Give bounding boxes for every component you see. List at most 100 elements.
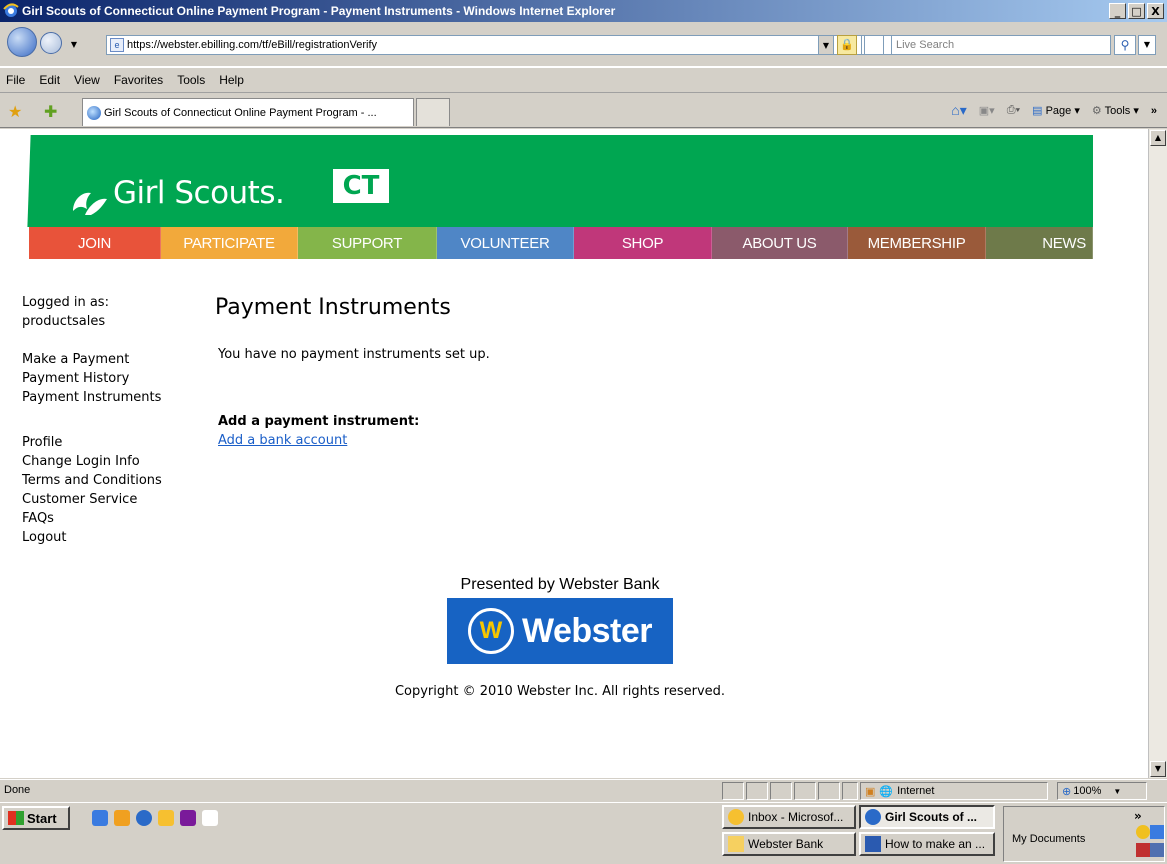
sidebar-link-terms[interactable]: Terms and Conditions bbox=[22, 471, 162, 490]
maximize-button[interactable]: □ bbox=[1128, 3, 1145, 19]
taskbar-item-girl-scouts[interactable]: Girl Scouts of ... bbox=[859, 805, 995, 829]
status-cell bbox=[794, 782, 816, 800]
favorites-center-icon[interactable]: ★ bbox=[8, 102, 22, 121]
address-field[interactable]: e https://webster.ebilling.com/tf/eBill/… bbox=[106, 35, 934, 55]
zoom-control[interactable]: ⊕ 100% ▼ bbox=[1057, 782, 1147, 800]
page-menu[interactable]: ▤ Page ▾ bbox=[1032, 104, 1080, 117]
forward-button[interactable] bbox=[40, 32, 62, 54]
nav-participate[interactable]: PARTICIPATE bbox=[161, 227, 298, 259]
webster-logo[interactable]: W Webster bbox=[447, 598, 673, 664]
status-cell bbox=[818, 782, 840, 800]
scroll-up-arrow[interactable]: ▲ bbox=[1150, 130, 1166, 146]
windows-taskbar: Start Inbox - Microsof... Girl Scouts of… bbox=[0, 802, 1167, 864]
sidebar-link-profile[interactable]: Profile bbox=[22, 433, 162, 452]
sidebar-link-payment-instruments[interactable]: Payment Instruments bbox=[22, 388, 162, 407]
nav-news[interactable]: NEWS bbox=[986, 227, 1093, 259]
menu-tools[interactable]: Tools bbox=[177, 73, 205, 87]
menu-file[interactable]: File bbox=[6, 73, 25, 87]
menu-help[interactable]: Help bbox=[219, 73, 244, 87]
address-dropdown[interactable]: ▼ bbox=[818, 35, 834, 55]
start-label: Start bbox=[27, 810, 57, 826]
nav-shop[interactable]: SHOP bbox=[574, 227, 712, 259]
tools-menu[interactable]: ⚙ Tools ▾ bbox=[1092, 104, 1139, 117]
account-links: Profile Change Login Info Terms and Cond… bbox=[22, 433, 162, 547]
internet-explorer-icon bbox=[865, 809, 881, 825]
menu-edit[interactable]: Edit bbox=[39, 73, 60, 87]
yahoo-icon[interactable] bbox=[180, 810, 196, 826]
print-icon[interactable]: ⎙▾ bbox=[1007, 104, 1020, 117]
task-label: Inbox - Microsof... bbox=[748, 810, 844, 824]
nav-membership[interactable]: MEMBERSHIP bbox=[848, 227, 986, 259]
add-bank-account-link[interactable]: Add a bank account bbox=[218, 433, 347, 448]
presented-by-text: Presented by Webster Bank bbox=[460, 576, 660, 593]
start-button[interactable]: Start bbox=[2, 806, 70, 830]
sidebar-link-change-login[interactable]: Change Login Info bbox=[22, 452, 162, 471]
add-favorites-icon[interactable]: ✚ bbox=[44, 102, 57, 121]
chevron-right-icon[interactable]: » bbox=[1151, 105, 1157, 117]
search-input[interactable]: Live Search bbox=[891, 35, 1111, 55]
search-options-dropdown[interactable]: ▼ bbox=[1138, 35, 1156, 55]
internet-explorer-icon[interactable] bbox=[136, 810, 152, 826]
page-title: Payment Instruments bbox=[215, 295, 451, 320]
windows-logo-icon bbox=[8, 811, 24, 825]
scroll-down-arrow[interactable]: ▼ bbox=[1150, 761, 1166, 777]
quick-launch-icon[interactable] bbox=[92, 810, 108, 826]
quick-launch-icon[interactable] bbox=[158, 810, 174, 826]
my-documents-label[interactable]: My Documents bbox=[1012, 833, 1085, 845]
taskbar-item-how-to[interactable]: How to make an ... bbox=[859, 832, 995, 856]
menu-bar: File Edit View Favorites Tools Help bbox=[0, 67, 1167, 93]
globe-icon: 🌐 bbox=[879, 785, 894, 798]
girl-scouts-trefoil-icon bbox=[73, 192, 107, 215]
tab-active[interactable]: Girl Scouts of Connecticut Online Paymen… bbox=[82, 98, 414, 126]
tray-icon[interactable] bbox=[1136, 825, 1150, 839]
webster-logo-mark: W bbox=[479, 617, 503, 644]
quick-launch-icon[interactable] bbox=[114, 810, 130, 826]
sidebar-link-payment-history[interactable]: Payment History bbox=[22, 369, 162, 388]
tray-icon[interactable] bbox=[1136, 843, 1150, 857]
vertical-scrollbar[interactable]: ▲ ▼ bbox=[1148, 129, 1167, 778]
nav-volunteer[interactable]: VOLUNTEER bbox=[437, 227, 574, 259]
sidebar-link-make-payment[interactable]: Make a Payment bbox=[22, 350, 162, 369]
window-title-bar[interactable]: Girl Scouts of Connecticut Online Paymen… bbox=[0, 0, 1167, 22]
command-bar: ⌂▾ ▣▾ ⎙▾ ▤ Page ▾ ⚙ Tools ▾ » bbox=[951, 102, 1157, 119]
nav-support[interactable]: SUPPORT bbox=[298, 227, 437, 259]
new-tab-button[interactable] bbox=[416, 98, 450, 126]
username: productsales bbox=[22, 314, 106, 329]
taskbar-item-inbox[interactable]: Inbox - Microsof... bbox=[722, 805, 856, 829]
quick-launch-icon[interactable] bbox=[202, 810, 218, 826]
page-viewport: Girl Scouts. CT JOIN PARTICIPATE SUPPORT… bbox=[0, 129, 1148, 778]
minimize-button[interactable]: _ bbox=[1109, 3, 1126, 19]
lock-icon[interactable]: 🔒 bbox=[837, 35, 857, 55]
tray-icon[interactable] bbox=[1150, 843, 1164, 857]
tools-menu-label: Tools bbox=[1104, 105, 1131, 117]
stop-button[interactable] bbox=[864, 35, 884, 55]
feeds-icon[interactable]: ▣▾ bbox=[979, 104, 995, 117]
task-label: Girl Scouts of ... bbox=[885, 810, 978, 824]
menu-view[interactable]: View bbox=[74, 73, 100, 87]
status-cell bbox=[722, 782, 744, 800]
security-zone[interactable]: ▣ 🌐 Internet bbox=[860, 782, 1048, 800]
page-icon: ▤ bbox=[1032, 105, 1043, 117]
menu-favorites[interactable]: Favorites bbox=[114, 73, 163, 87]
tab-title: Girl Scouts of Connecticut Online Paymen… bbox=[104, 106, 377, 119]
search-icon[interactable]: ⚲ bbox=[1114, 35, 1136, 55]
zoom-icon: ⊕ bbox=[1062, 785, 1072, 798]
home-icon[interactable]: ⌂▾ bbox=[951, 102, 966, 119]
back-button[interactable] bbox=[7, 27, 37, 57]
zone-label: Internet bbox=[897, 785, 935, 797]
protected-mode-icon: ▣ bbox=[865, 785, 876, 798]
address-toolbar: ▼ e https://webster.ebilling.com/tf/eBil… bbox=[0, 22, 1167, 67]
sidebar-link-customer-service[interactable]: Customer Service bbox=[22, 490, 162, 509]
tray-icon[interactable] bbox=[1150, 825, 1164, 839]
close-button[interactable]: X bbox=[1147, 3, 1164, 19]
nav-about-us[interactable]: ABOUT US bbox=[712, 227, 848, 259]
taskbar-item-webster-bank[interactable]: Webster Bank bbox=[722, 832, 856, 856]
sidebar-link-logout[interactable]: Logout bbox=[22, 528, 162, 547]
chevron-right-icon[interactable]: » bbox=[1134, 809, 1142, 823]
status-bar: Done ▣ 🌐 Internet ⊕ 100% ▼ bbox=[0, 779, 1167, 801]
nav-join[interactable]: JOIN bbox=[29, 227, 161, 259]
recent-pages-dropdown[interactable]: ▼ bbox=[66, 34, 82, 54]
sidebar-link-faqs[interactable]: FAQs bbox=[22, 509, 162, 528]
empty-state-message: You have no payment instruments set up. bbox=[218, 347, 490, 362]
internet-explorer-icon bbox=[3, 3, 19, 17]
